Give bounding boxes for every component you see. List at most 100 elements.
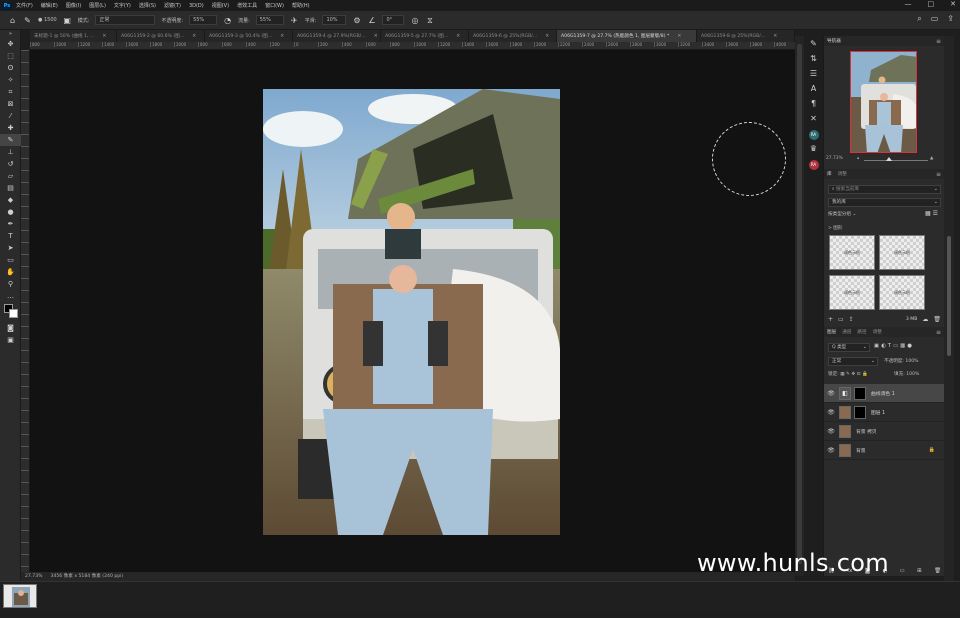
visibility-eye-icon[interactable]: 👁 [826,409,836,416]
visibility-eye-icon[interactable]: 👁 [826,390,836,397]
sort-dropdown[interactable]: 按类型分组 ⌄ [828,211,856,217]
pen-tool-icon[interactable]: ✒ [0,218,21,230]
close-icon[interactable]: × [102,33,106,39]
canvas-vertical-scrollbar[interactable] [795,36,804,576]
close-icon[interactable]: × [374,33,378,39]
brush-tool-icon[interactable]: ✎ [23,16,32,25]
library-section-graphics[interactable]: > 图形 [828,225,843,231]
quick-select-tool-icon[interactable]: ✧ [0,74,21,86]
home-icon[interactable]: ⌂ [8,16,17,25]
folder-icon[interactable]: ▭ [838,316,844,323]
zoom-in-icon[interactable]: ▲ [930,156,933,161]
blend-mode-select[interactable]: 正常 ⌄ [828,357,878,366]
close-icon[interactable]: × [773,33,777,39]
hand-tool-icon[interactable]: ✋ [0,266,21,278]
pressure-size-icon[interactable]: ◎ [410,16,419,25]
menu-select[interactable]: 选择(S) [139,2,156,9]
grid-view-icon[interactable]: ▦ [925,210,931,217]
tab-libraries[interactable]: 库 [827,171,832,177]
close-icon[interactable]: × [545,33,549,39]
brush-preset-picker[interactable]: ● 1500 [38,17,57,23]
close-icon[interactable]: × [677,33,681,39]
background-color[interactable] [8,309,18,318]
new-layer-icon[interactable]: ⊞ [917,568,922,574]
visibility-eye-icon[interactable]: 👁 [826,428,836,435]
lock-icons[interactable]: ▦ ✎ ✥ ⊡ 🔒 [840,372,867,377]
zoom-out-icon[interactable]: ▴ [857,156,859,161]
tab-adjustments[interactable]: 调整 [838,171,847,177]
workspace-icon[interactable]: ▭ [931,14,939,24]
menu-window[interactable]: 窗口(W) [265,2,284,9]
layer-filter-select[interactable]: Q 类型 ⌄ [828,343,870,352]
eyedropper-tool-icon[interactable]: ⁄ [0,110,21,122]
add-icon[interactable]: + [828,316,833,323]
quick-mask-icon[interactable]: ◙ [0,322,21,334]
tab-document-8[interactable]: A06G1359-8 @ 25%(RGB/... × [697,30,795,42]
scrollbar-thumb[interactable] [947,236,951,356]
color-swatches[interactable] [0,304,21,322]
type-panel-icon[interactable]: A [804,81,823,96]
symmetry-icon[interactable]: ⧖ [425,16,434,25]
opacity-input[interactable]: 55% [189,15,218,25]
close-button[interactable]: ✕ [950,0,956,8]
pressure-opacity-icon[interactable]: ◔ [223,16,232,25]
ra-plugin-icon[interactable]: RA [804,126,823,141]
cloud-icon[interactable]: ☁ [922,316,928,323]
flow-input[interactable]: 55% [255,15,284,25]
panel-menu-icon[interactable]: ≡ [936,329,941,336]
crown-plugin-icon[interactable]: ♛ [804,141,823,156]
library-tile[interactable]: 调色示例 [829,275,875,310]
type-tool-icon[interactable]: T [0,230,21,242]
layer-name[interactable]: 背景 拷贝 [856,428,877,435]
tab-document-1[interactable]: 未标题-1 @ 50% (曲线 1, ... × [30,30,117,42]
tab-document-3[interactable]: A06G1359-3 @ 50.4% (图... × [205,30,293,42]
menu-file[interactable]: 文件(F) [16,2,33,9]
view-toggle[interactable]: ▦ ☰ [925,210,938,217]
navigator-preview[interactable] [850,51,917,153]
layer-opacity[interactable]: 不透明度: 100% [884,358,919,364]
crop-tool-icon[interactable]: ⌗ [0,86,21,98]
menu-3d[interactable]: 3D(D) [189,3,204,9]
move-tool-icon[interactable]: ✥ [0,38,21,50]
minimize-button[interactable]: — [905,0,912,8]
smooth-input[interactable]: 10% [322,15,347,25]
close-icon[interactable]: × [280,33,284,39]
tab-document-2[interactable]: A06G1359-2 @ 60.6% (图... × [117,30,205,42]
library-tile[interactable]: 调色示例 [829,235,875,270]
more-tools-icon[interactable]: … [0,290,21,302]
layer-name[interactable]: 曲线调色 1 [871,390,895,397]
properties-panel-icon[interactable]: ☰ [804,66,823,81]
trash-icon[interactable]: 🗑 [933,316,941,323]
tab-adjust[interactable]: 调整 [873,329,882,335]
lasso-tool-icon[interactable]: ʘ [0,62,21,74]
collapse-icon[interactable]: » [0,30,21,38]
tab-channels[interactable]: 通道 [842,329,851,335]
visibility-eye-icon[interactable]: 👁 [826,447,836,454]
search-icon[interactable]: ⌕ [917,14,921,24]
shape-tool-icon[interactable]: ▭ [0,254,21,266]
panel-menu-icon[interactable]: ≡ [936,38,941,45]
layer-name[interactable]: 图层 1 [871,409,885,416]
navigator-zoom-value[interactable]: 27.73% [826,156,843,161]
group-icon[interactable]: ▭ [900,568,905,574]
menu-filter[interactable]: 滤镜(T) [164,2,181,9]
eraser-tool-icon[interactable]: ▱ [0,170,21,182]
opacity-value[interactable]: 100% [905,359,918,364]
maximize-button[interactable]: □ [928,0,935,8]
tab-document-4[interactable]: A06G1359-4 @ 27.9%(RGB/... × [293,30,381,42]
layer-row[interactable]: 👁 ◧ 曲线调色 1 [824,384,945,403]
menu-layer[interactable]: 图层(L) [89,2,106,9]
layer-fill[interactable]: 填充: 100% [894,371,919,377]
document-info[interactable]: 3456 像素 x 5184 像素 (240 ppi) [51,572,124,581]
panel-menu-icon[interactable]: ≡ [936,171,941,178]
menu-help[interactable]: 帮助(H) [292,2,310,9]
menu-view[interactable]: 视图(V) [212,2,229,9]
ra-plugin-red-icon[interactable]: RA [804,156,823,171]
mode-select[interactable]: 正常 [95,15,156,25]
list-view-icon[interactable]: ☰ [933,210,938,217]
menu-image[interactable]: 图像(I) [66,2,81,9]
adjustments-panel-icon[interactable]: ⇅ [804,51,823,66]
scrollbar-thumb[interactable] [797,44,802,564]
layer-row[interactable]: 👁 背景 🔒 [824,441,945,460]
tab-paths[interactable]: 路径 [857,329,866,335]
